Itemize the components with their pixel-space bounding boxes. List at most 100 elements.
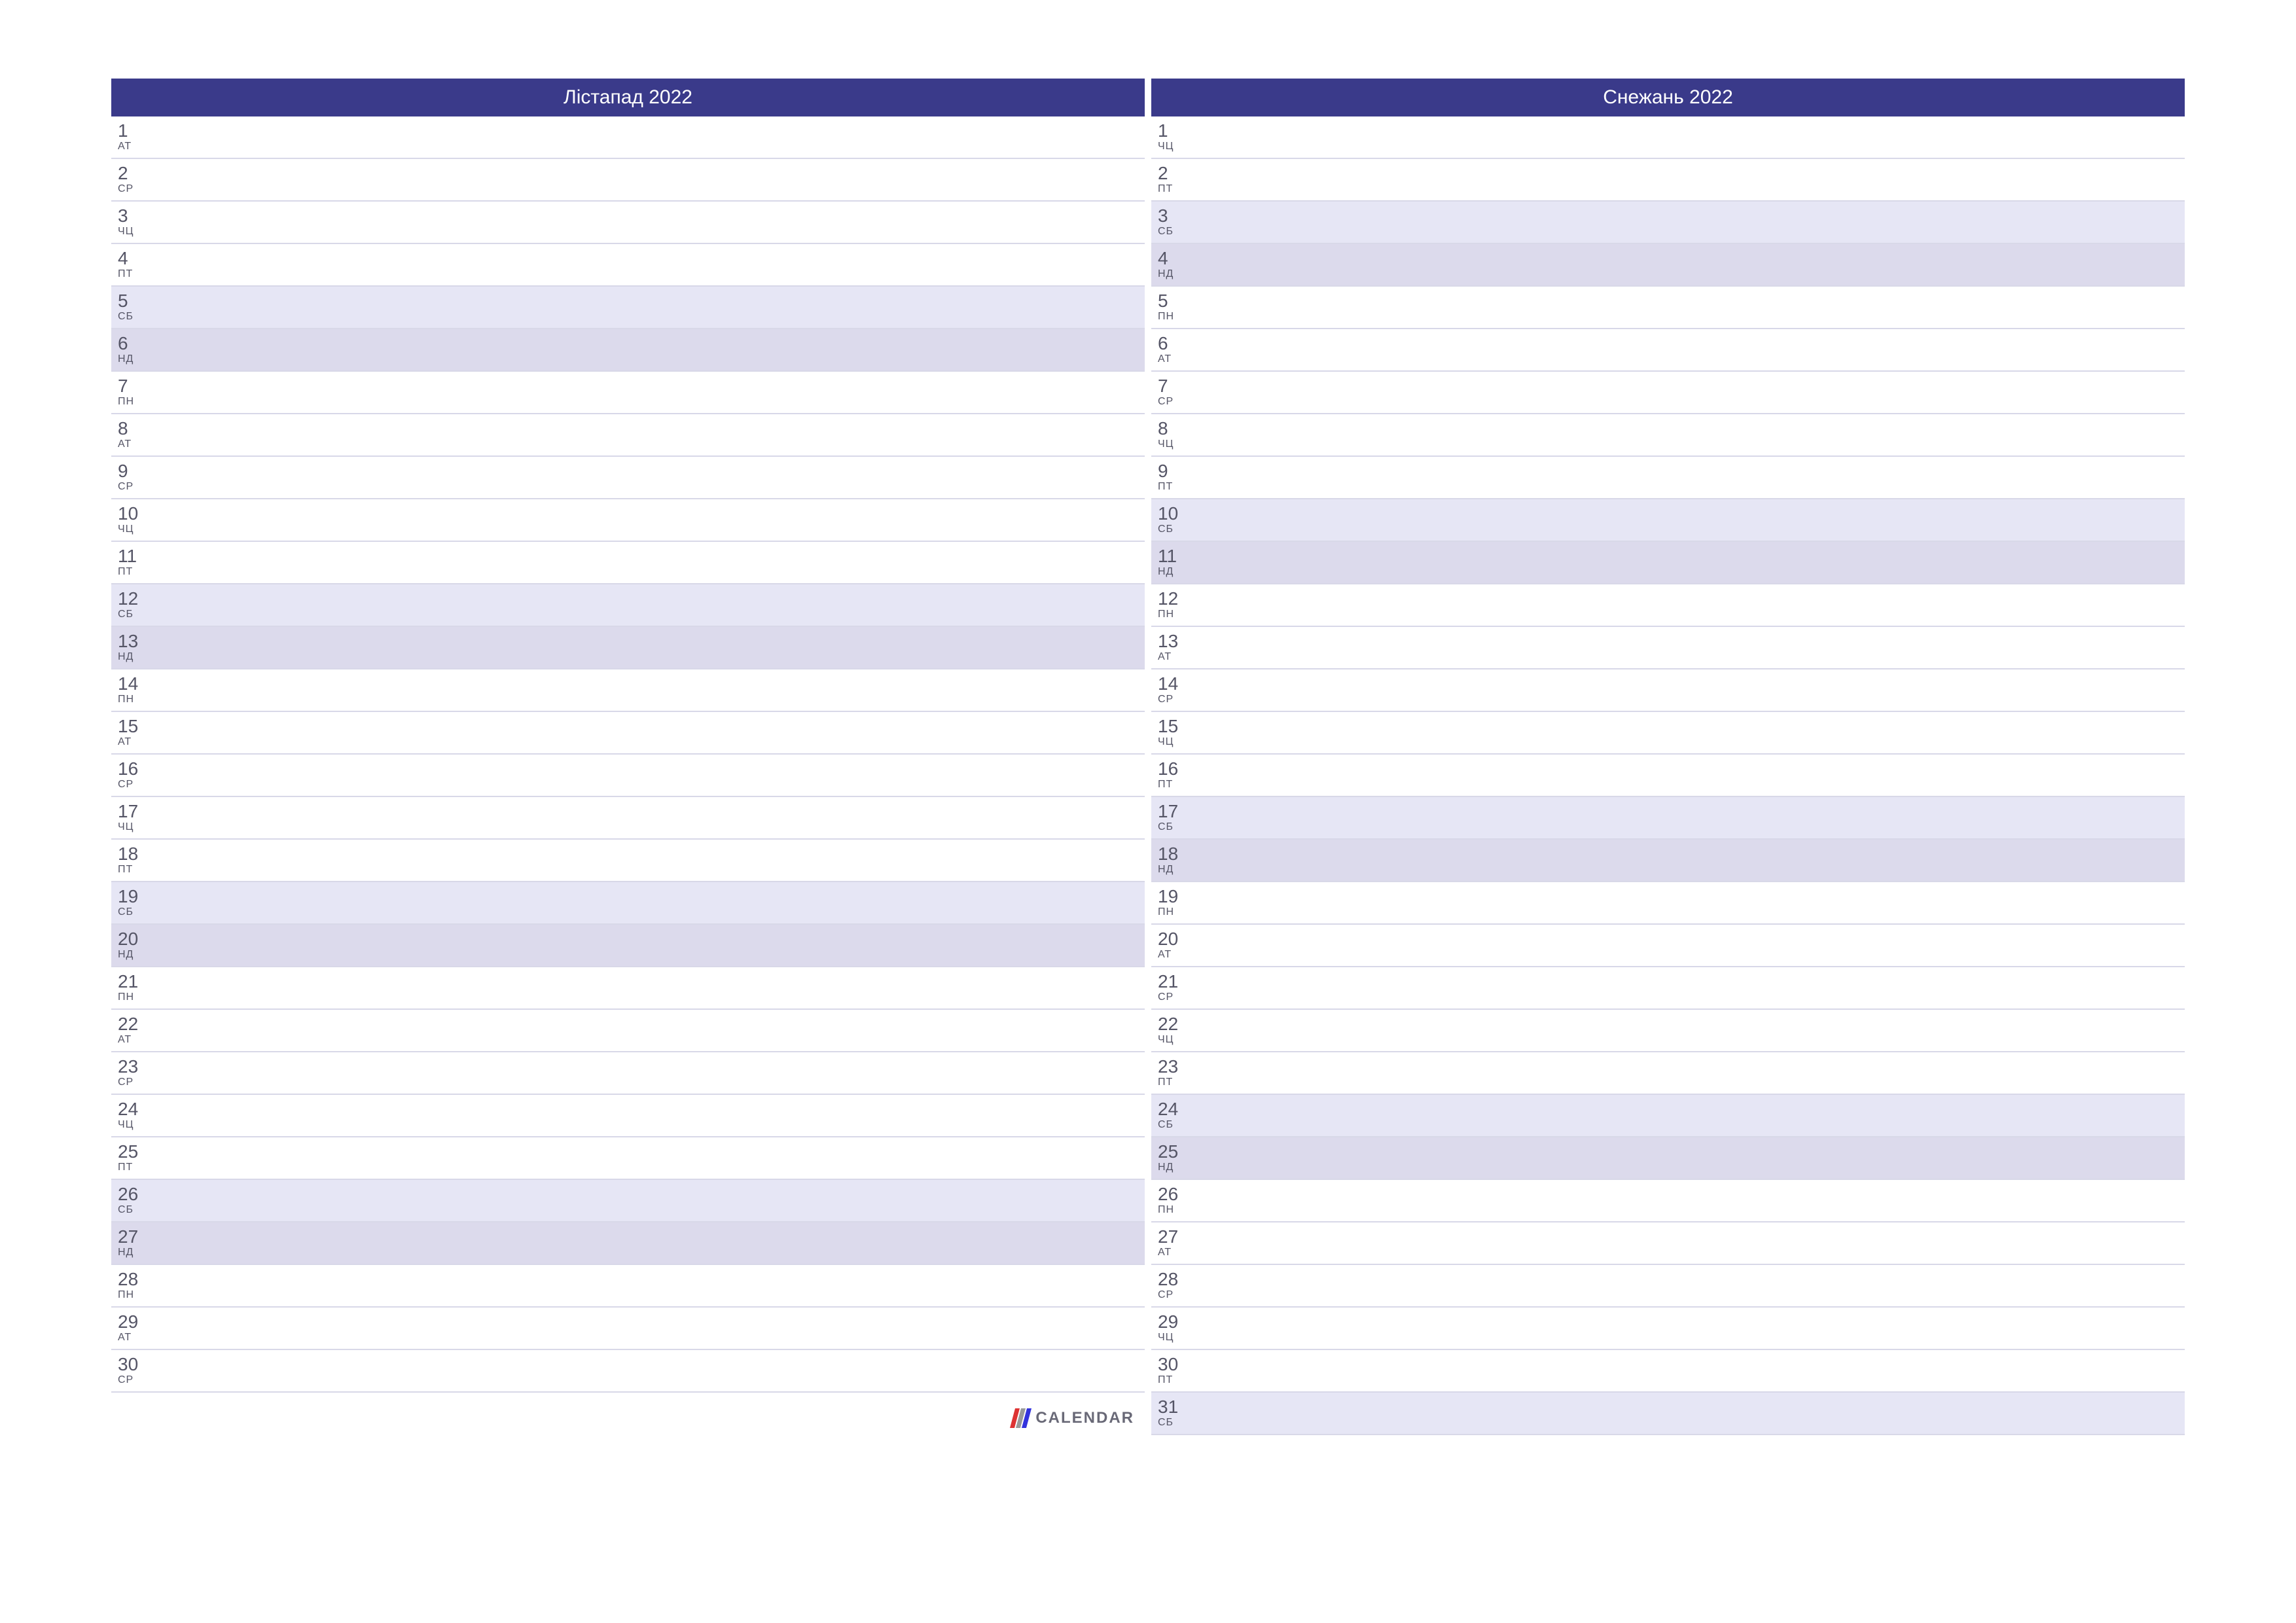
- day-weekday: СБ: [1158, 225, 1200, 238]
- day-note-area: [1200, 669, 2185, 711]
- day-note-area: [1200, 116, 2185, 158]
- day-number: 13: [118, 632, 160, 651]
- day-label: 4ПТ: [111, 244, 160, 285]
- day-label: 25НД: [1151, 1137, 1200, 1179]
- day-row: 19ПН: [1151, 882, 2185, 925]
- day-note-area: [1200, 882, 2185, 923]
- day-note-area: [160, 1010, 1145, 1051]
- day-number: 12: [118, 590, 160, 608]
- day-note-area: [160, 1222, 1145, 1264]
- day-row: 5ПН: [1151, 287, 2185, 329]
- day-label: 6НД: [111, 329, 160, 370]
- day-row: 16СР: [111, 755, 1145, 797]
- day-note-area: [1200, 159, 2185, 200]
- day-label: 30ПТ: [1151, 1350, 1200, 1391]
- day-number: 6: [118, 334, 160, 353]
- month-column-november: Лістапад 2022 1АТ2СР3ЧЦ4ПТ5СБ6НД7ПН8АТ9С…: [111, 79, 1145, 1435]
- day-row: 4НД: [1151, 244, 2185, 287]
- day-number: 13: [1158, 632, 1200, 651]
- day-weekday: СР: [118, 778, 160, 791]
- day-weekday: ЧЦ: [1158, 438, 1200, 450]
- day-label: 12СБ: [111, 584, 160, 626]
- day-note-area: [1200, 755, 2185, 796]
- day-note-area: [160, 1350, 1145, 1391]
- day-row: 24ЧЦ: [111, 1095, 1145, 1137]
- day-row: 8ЧЦ: [1151, 414, 2185, 457]
- day-row: 21ПН: [111, 967, 1145, 1010]
- day-label: 7ПН: [111, 372, 160, 413]
- day-weekday: ЧЦ: [118, 523, 160, 535]
- day-weekday: ПН: [118, 693, 160, 705]
- day-number: 30: [1158, 1355, 1200, 1374]
- day-weekday: АТ: [118, 736, 160, 748]
- day-note-area: [160, 1308, 1145, 1349]
- day-note-area: [1200, 372, 2185, 413]
- day-weekday: ЧЦ: [1158, 736, 1200, 748]
- day-label: 30СР: [111, 1350, 160, 1391]
- day-row: 18НД: [1151, 840, 2185, 882]
- day-label: 5ПН: [1151, 287, 1200, 328]
- day-row: 14СР: [1151, 669, 2185, 712]
- day-label: 23СР: [111, 1052, 160, 1094]
- day-weekday: ПТ: [1158, 1076, 1200, 1088]
- day-number: 26: [118, 1185, 160, 1204]
- day-number: 3: [118, 207, 160, 225]
- day-number: 16: [1158, 760, 1200, 778]
- day-row: 17ЧЦ: [111, 797, 1145, 840]
- day-number: 1: [1158, 122, 1200, 140]
- day-weekday: ЧЦ: [118, 821, 160, 833]
- day-row: 26ПН: [1151, 1180, 2185, 1222]
- day-label: 5СБ: [111, 287, 160, 328]
- day-note-area: [160, 499, 1145, 541]
- day-number: 20: [1158, 930, 1200, 948]
- day-weekday: ПН: [118, 991, 160, 1003]
- day-weekday: ПН: [118, 1289, 160, 1301]
- day-note-area: [1200, 1010, 2185, 1051]
- day-weekday: ПН: [118, 395, 160, 408]
- day-number: 4: [1158, 249, 1200, 268]
- day-number: 15: [118, 717, 160, 736]
- day-row: 23СР: [111, 1052, 1145, 1095]
- day-row: 28ПН: [111, 1265, 1145, 1308]
- day-row: 28СР: [1151, 1265, 2185, 1308]
- day-number: 19: [1158, 887, 1200, 906]
- day-weekday: АТ: [118, 438, 160, 450]
- day-note-area: [160, 755, 1145, 796]
- day-number: 19: [118, 887, 160, 906]
- day-row: 6НД: [111, 329, 1145, 372]
- day-note-area: [1200, 797, 2185, 838]
- day-weekday: СР: [1158, 991, 1200, 1003]
- day-note-area: [1200, 329, 2185, 370]
- day-weekday: СР: [1158, 693, 1200, 705]
- day-row: 30СР: [111, 1350, 1145, 1393]
- day-note-area: [1200, 967, 2185, 1008]
- day-label: 4НД: [1151, 244, 1200, 285]
- day-row: 31СБ: [1151, 1393, 2185, 1435]
- day-note-area: [160, 882, 1145, 923]
- day-label: 3ЧЦ: [111, 202, 160, 243]
- day-note-area: [1200, 1308, 2185, 1349]
- day-note-area: [160, 287, 1145, 328]
- day-row: 4ПТ: [111, 244, 1145, 287]
- day-label: 10ЧЦ: [111, 499, 160, 541]
- day-row: 15АТ: [111, 712, 1145, 755]
- day-weekday: ПТ: [118, 863, 160, 876]
- day-note-area: [160, 116, 1145, 158]
- day-weekday: АТ: [1158, 651, 1200, 663]
- day-label: 10СБ: [1151, 499, 1200, 541]
- day-note-area: [1200, 414, 2185, 455]
- day-weekday: СБ: [1158, 1118, 1200, 1131]
- day-number: 1: [118, 122, 160, 140]
- day-number: 31: [1158, 1398, 1200, 1416]
- day-row: 2СР: [111, 159, 1145, 202]
- day-number: 2: [118, 164, 160, 183]
- day-number: 9: [1158, 462, 1200, 480]
- day-label: 19СБ: [111, 882, 160, 923]
- day-label: 23ПТ: [1151, 1052, 1200, 1094]
- day-label: 2СР: [111, 159, 160, 200]
- day-row: 5СБ: [111, 287, 1145, 329]
- day-note-area: [1200, 244, 2185, 285]
- day-row: 12ПН: [1151, 584, 2185, 627]
- day-weekday: СБ: [1158, 523, 1200, 535]
- day-row: 7СР: [1151, 372, 2185, 414]
